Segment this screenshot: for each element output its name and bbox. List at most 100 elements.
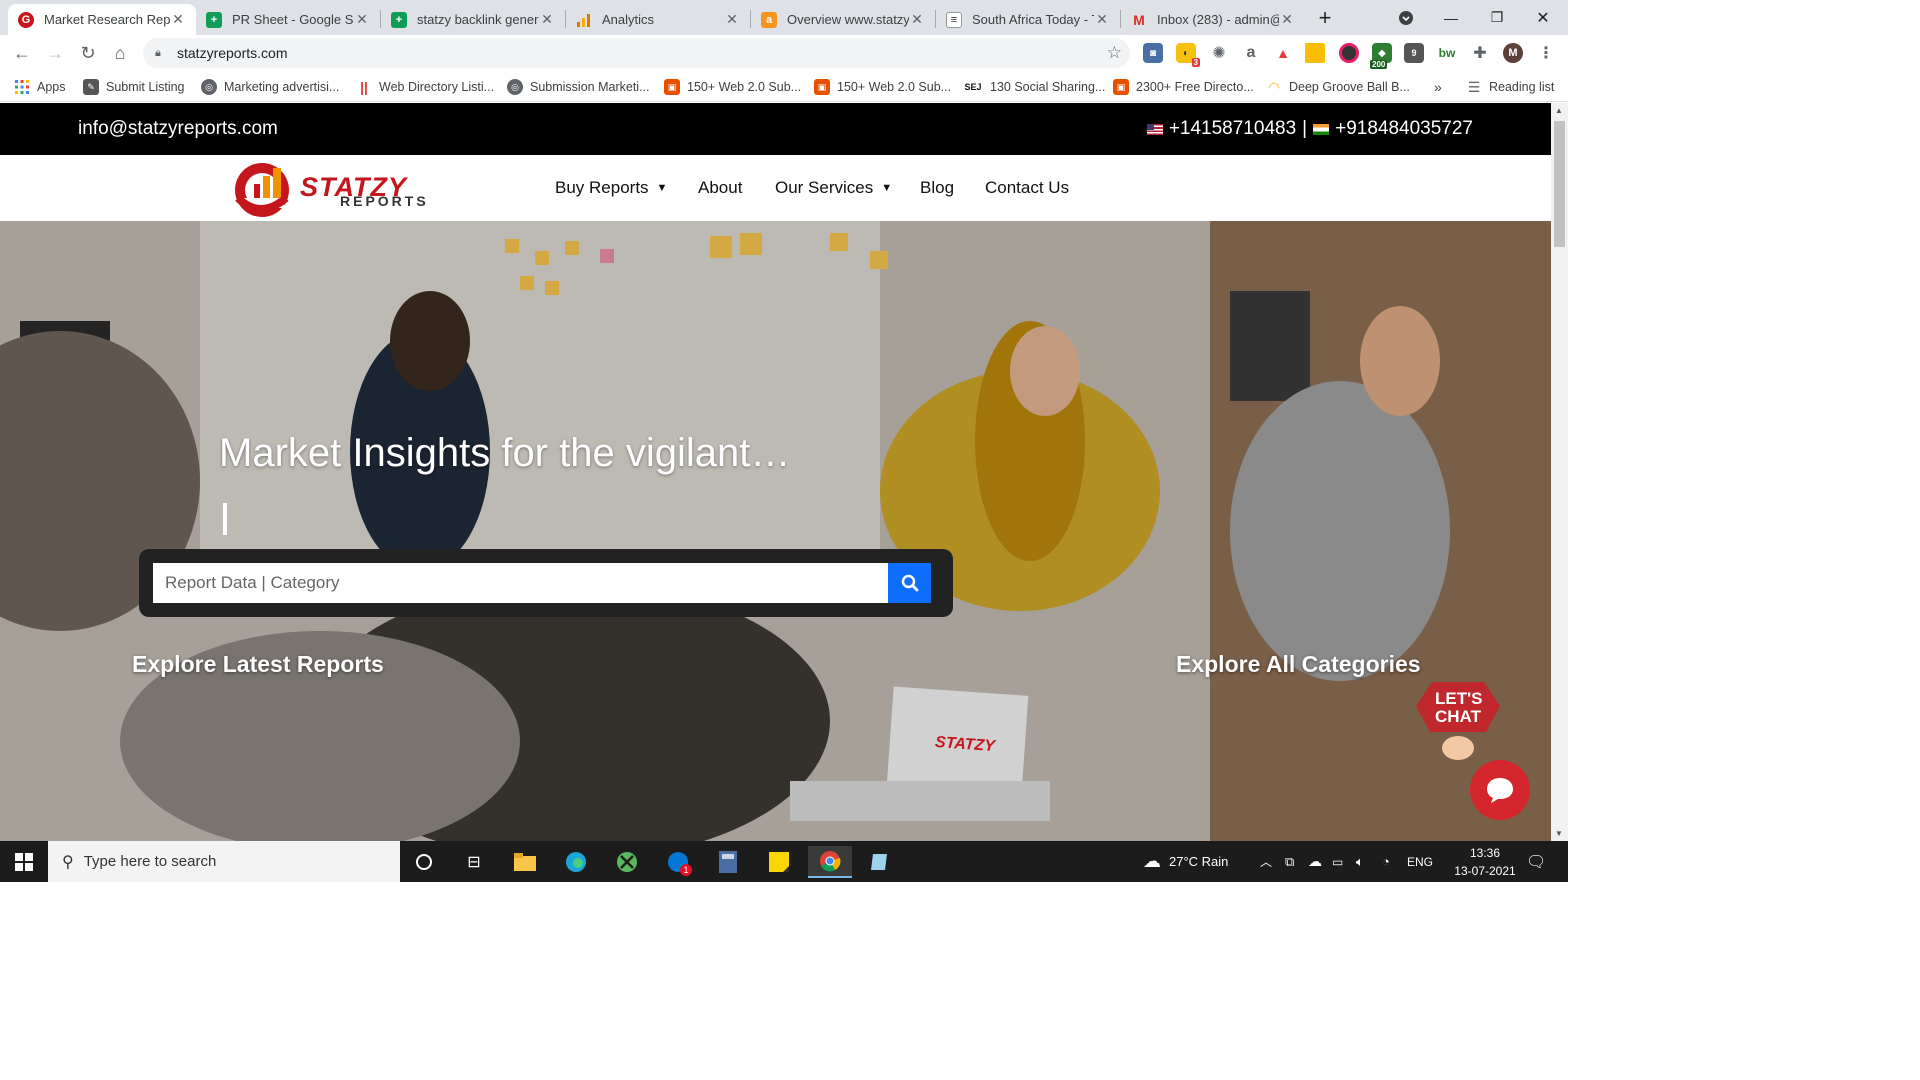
show-hidden-icons-chevron[interactable]: ︿	[1260, 841, 1272, 882]
bookmark-label: 150+ Web 2.0 Sub...	[687, 80, 802, 94]
lock-icon[interactable]: 🔒︎	[155, 47, 167, 60]
tab-gmail-inbox[interactable]: M Inbox (283) - admin@ ✕	[1121, 4, 1305, 35]
bookmark-deep-groove[interactable]: ◠ Deep Groove Ball B...	[1266, 78, 1410, 96]
bookmark-submission-marketing[interactable]: ◎ Submission Marketi...	[507, 78, 649, 96]
reload-icon[interactable]: ↻	[74, 39, 102, 67]
weather-widget[interactable]: ☁ 27°C Rain	[1143, 841, 1228, 882]
bookmark-marketing[interactable]: ◎ Marketing advertisi...	[201, 78, 339, 96]
xbox-app-icon[interactable]	[605, 846, 649, 878]
extension-icon[interactable]: ◙	[1143, 43, 1163, 63]
lets-chat-badge[interactable]: LET'S CHAT	[1416, 676, 1500, 760]
phone-in-link[interactable]: +918484035727	[1335, 118, 1473, 140]
close-window-button[interactable]: ✕	[1520, 0, 1566, 35]
scrollbar-thumb[interactable]	[1554, 121, 1565, 247]
tab-south-africa-today[interactable]: ≡ South Africa Today - T ✕	[936, 4, 1120, 35]
close-icon[interactable]: ✕	[539, 11, 555, 28]
page-scrollbar[interactable]: ▲ ▼	[1551, 103, 1568, 841]
extension-icon[interactable]: ▲	[1273, 43, 1293, 63]
calculator-icon[interactable]	[706, 846, 750, 878]
battery-icon[interactable]: ▭	[1332, 841, 1343, 882]
edge-browser-icon[interactable]	[554, 846, 598, 878]
extension-icon[interactable]	[1339, 43, 1359, 63]
bookmark-web-directory[interactable]: || Web Directory Listi...	[356, 78, 494, 96]
close-icon[interactable]: ✕	[724, 11, 740, 28]
nav-contact-us[interactable]: Contact Us	[985, 178, 1069, 198]
nav-buy-reports[interactable]: Buy Reports ▼	[555, 178, 667, 198]
explore-all-categories-link[interactable]: Explore All Categories	[1176, 651, 1421, 678]
extension-icon[interactable]: ✺	[1209, 43, 1229, 63]
nav-blog[interactable]: Blog	[920, 178, 954, 198]
extension-icon[interactable]: a	[1241, 43, 1261, 63]
scroll-up-arrow-icon[interactable]: ▲	[1555, 106, 1563, 115]
globe-icon: ◎	[507, 79, 523, 95]
minimize-button[interactable]: —	[1428, 0, 1474, 35]
windows-start-button[interactable]	[0, 841, 48, 882]
extensions-puzzle-icon[interactable]: ✚	[1470, 43, 1490, 63]
scroll-down-arrow-icon[interactable]: ▼	[1555, 829, 1563, 838]
forward-icon[interactable]: →	[41, 39, 69, 67]
report-search-input[interactable]	[153, 563, 888, 603]
extension-icon[interactable]: ◐ 3	[1176, 43, 1200, 67]
input-language[interactable]: ENG	[1407, 841, 1433, 882]
cortana-icon[interactable]	[402, 846, 446, 878]
bookmark-web20-a[interactable]: ▣ 150+ Web 2.0 Sub...	[664, 78, 801, 96]
bookmarks-overflow-button[interactable]: »	[1434, 78, 1442, 96]
tab-analytics[interactable]: Analytics ✕	[566, 4, 750, 35]
extension-icon[interactable]: bw	[1437, 43, 1457, 63]
bookmark-free-directory[interactable]: ▣ 2300+ Free Directo...	[1113, 78, 1254, 96]
home-icon[interactable]: ⌂	[106, 39, 134, 67]
extension-icon[interactable]: 9	[1404, 43, 1424, 63]
clock[interactable]: 13:36 13-07-2021	[1450, 841, 1520, 882]
explore-latest-reports-link[interactable]: Explore Latest Reports	[132, 651, 384, 678]
search-button[interactable]	[888, 563, 931, 603]
statzy-logo[interactable]: STATZY REPORTS	[230, 158, 450, 220]
bookmark-submit-listing[interactable]: ✎ Submit Listing	[83, 78, 185, 96]
close-icon[interactable]: ✕	[170, 11, 186, 28]
contact-email-link[interactable]: info@statzyreports.com	[78, 118, 278, 140]
chrome-taskbar-icon[interactable]	[808, 846, 852, 878]
tab-backlink[interactable]: + statzy backlink genera ✕	[381, 4, 565, 35]
search-icon: ⚲	[62, 853, 74, 871]
lets-chat-line2: CHAT	[1435, 707, 1481, 726]
nav-our-services[interactable]: Our Services ▼	[775, 178, 892, 198]
menu-kebab-icon[interactable]: ⋮	[1536, 43, 1556, 63]
web-page: info@statzyreports.com +14158710483 | +9…	[0, 103, 1551, 841]
profile-avatar[interactable]: M	[1503, 43, 1523, 63]
close-icon[interactable]: ✕	[909, 11, 925, 28]
notifications-icon[interactable]: 🗨︎	[1526, 841, 1546, 882]
bookmark-apps[interactable]: Apps	[14, 78, 66, 96]
tab-ahrefs-overview[interactable]: a Overview www.statzyr ✕	[751, 4, 935, 35]
notepad-app-icon[interactable]	[858, 846, 902, 878]
taskbar-search-placeholder: Type here to search	[83, 853, 217, 870]
maximize-button[interactable]: ❐	[1474, 0, 1520, 35]
file-explorer-icon[interactable]	[503, 846, 547, 878]
reading-list-button[interactable]: ☰ Reading list	[1466, 78, 1555, 96]
address-bar[interactable]: 🔒︎ statzyreports.com ☆	[143, 38, 1130, 68]
close-icon[interactable]: ✕	[1094, 11, 1110, 28]
sticky-notes-icon[interactable]	[757, 846, 801, 878]
tray-app-icon[interactable]: ⧉	[1285, 841, 1294, 882]
bookmark-web20-b[interactable]: ▣ 150+ Web 2.0 Sub...	[814, 78, 951, 96]
tab-pr-sheet[interactable]: + PR Sheet - Google Sh ✕	[196, 4, 380, 35]
nav-about[interactable]: About	[698, 178, 742, 198]
phone-us-link[interactable]: +14158710483	[1169, 118, 1296, 140]
browser-toolbar: ← → ↻ ⌂ 🔒︎ statzyreports.com ☆ ◙ ◐ 3 ✺ a …	[0, 35, 1568, 72]
bookmark-social-sharing[interactable]: SEJ 130 Social Sharing...	[963, 78, 1105, 96]
taskbar-search-box[interactable]: ⚲ Type here to search	[48, 841, 400, 882]
onedrive-cloud-icon[interactable]: ☁	[1308, 841, 1322, 882]
new-tab-button[interactable]: +	[1305, 0, 1345, 35]
extension-icon[interactable]	[1305, 43, 1325, 63]
tab-market-research[interactable]: G Market Research Repc ✕	[8, 4, 196, 35]
chat-widget-button[interactable]	[1470, 760, 1530, 820]
tab-search-icon[interactable]	[1383, 0, 1429, 35]
extension-icon[interactable]: ◆ 200	[1370, 43, 1392, 69]
volume-icon[interactable]: 🔈︎	[1356, 841, 1364, 882]
back-icon[interactable]: ←	[8, 39, 36, 67]
close-icon[interactable]: ✕	[354, 11, 370, 28]
reading-list-icon: ☰	[1467, 78, 1481, 95]
wifi-icon[interactable]: ◔	[1382, 841, 1390, 882]
skype-icon[interactable]: 1	[656, 846, 700, 878]
bookmark-star-icon[interactable]: ☆	[1107, 43, 1122, 63]
close-icon[interactable]: ✕	[1279, 11, 1295, 28]
task-view-icon[interactable]: ⊟	[452, 846, 496, 878]
